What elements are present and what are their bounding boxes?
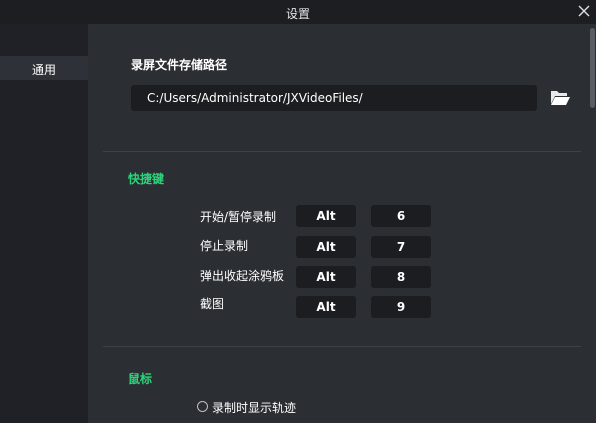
show-trail-radio[interactable] — [197, 401, 208, 412]
shortcut-label-start-pause: 开始/暂停录制 — [200, 210, 277, 224]
shortcut-label-screenshot: 截图 — [200, 297, 225, 311]
shortcut-label-stop: 停止录制 — [200, 239, 249, 253]
folder-open-icon[interactable] — [550, 88, 570, 106]
shortcut-modifier-stop[interactable]: Alt — [296, 236, 356, 258]
mouse-section-title: 鼠标 — [128, 372, 153, 386]
shortcuts-section-title: 快捷键 — [128, 172, 165, 186]
shortcut-key-doodle-board[interactable]: 8 — [371, 266, 431, 288]
shortcut-label-doodle-board: 弹出收起涂鸦板 — [200, 269, 285, 283]
shortcut-key-stop[interactable]: 7 — [371, 236, 431, 258]
shortcut-modifier-screenshot[interactable]: Alt — [296, 296, 356, 318]
divider — [103, 346, 581, 347]
shortcut-modifier-start-pause[interactable]: Alt — [296, 205, 356, 227]
title-bar: 设置 — [0, 0, 596, 24]
recording-path-field[interactable] — [131, 85, 537, 111]
recording-path-label: 录屏文件存储路径 — [131, 58, 228, 72]
sidebar-item-label: 通用 — [32, 63, 57, 77]
scrollbar[interactable] — [590, 28, 595, 108]
shortcut-key-screenshot[interactable]: 9 — [371, 296, 431, 318]
divider — [103, 151, 581, 152]
sidebar: 通用 — [0, 24, 88, 423]
show-trail-label: 录制时显示轨迹 — [212, 401, 297, 415]
shortcut-modifier-doodle-board[interactable]: Alt — [296, 266, 356, 288]
close-icon[interactable] — [576, 3, 592, 19]
shortcut-key-start-pause[interactable]: 6 — [371, 205, 431, 227]
sidebar-item-general[interactable]: 通用 — [0, 56, 88, 80]
window-title: 设置 — [285, 7, 310, 21]
